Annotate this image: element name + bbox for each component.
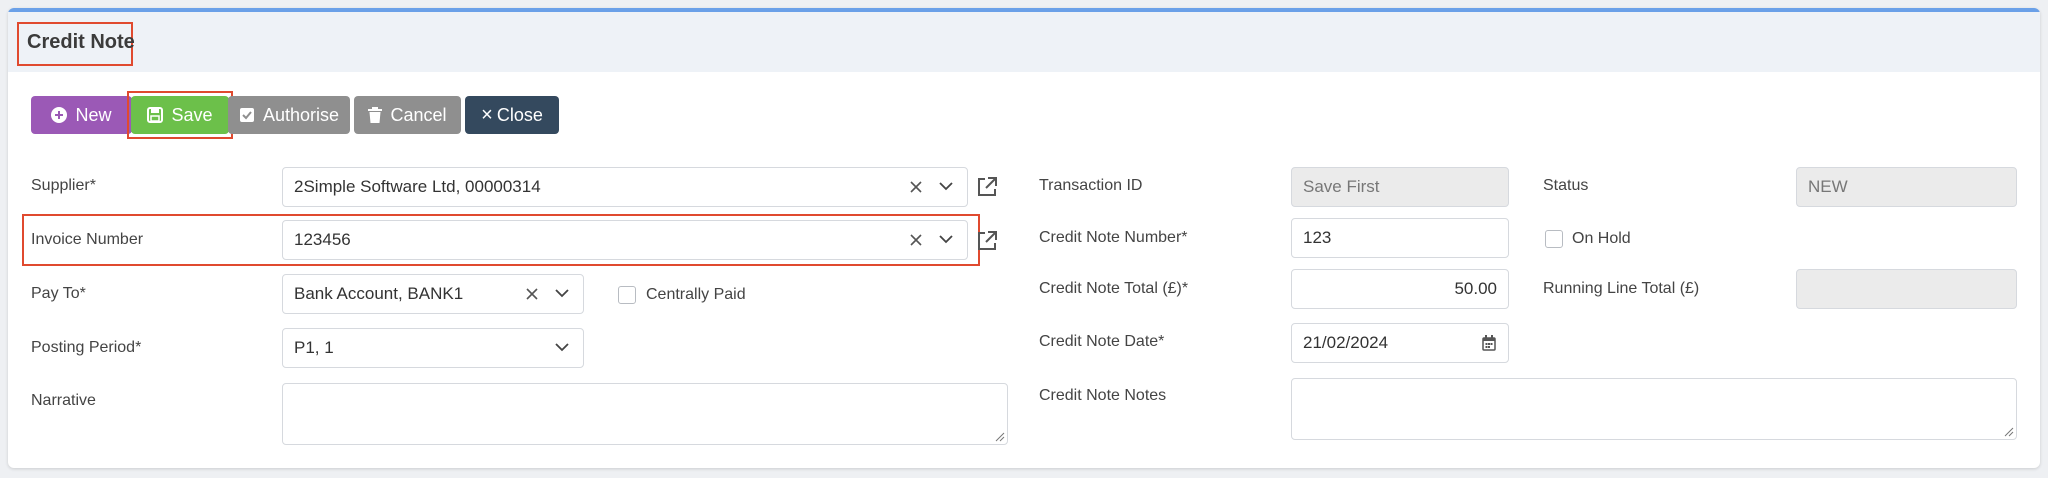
posting-period-label: Posting Period* [31,339,142,356]
cancel-button-label: Cancel [390,104,447,125]
save-icon [147,107,164,123]
credit-note-panel: Credit Note New Save Authorise Cancel × … [8,8,2040,468]
on-hold-label: On Hold [1572,230,1631,247]
narrative-label: Narrative [31,392,96,409]
supplier-label: Supplier* [31,177,96,194]
new-button[interactable]: New [31,96,132,134]
credit-note-notes-label: Credit Note Notes [1039,387,1167,404]
new-button-label: New [75,104,112,125]
credit-note-number-label: Credit Note Number* [1039,229,1188,246]
page-title: Credit Note [27,31,135,53]
invoice-number-value: 123456 [294,230,351,249]
trash-icon [368,107,383,123]
close-button-label: Close [496,104,543,125]
posting-period-select[interactable]: P1, 1 [282,328,584,368]
clear-icon[interactable] [909,180,923,194]
credit-note-date-label: Credit Note Date* [1039,333,1165,350]
supplier-select[interactable]: 2Simple Software Ltd, 00000314 [282,167,968,207]
transaction-id-label: Transaction ID [1039,177,1143,194]
credit-note-date-value: 21/02/2024 [1303,333,1389,352]
check-square-icon [239,108,254,122]
centrally-paid-checkbox[interactable] [618,286,636,304]
invoice-number-label: Invoice Number [31,231,144,248]
supplier-value: 2Simple Software Ltd, 00000314 [294,177,541,196]
chevron-down-icon[interactable] [939,234,953,244]
resize-handle-icon[interactable] [2004,427,2014,437]
transaction-id-value: Save First [1303,177,1380,196]
credit-note-total-label: Credit Note Total (£)* [1039,280,1189,297]
narrative-textarea[interactable] [282,383,1008,445]
plus-circle-icon [51,107,68,123]
clear-icon[interactable] [909,233,923,247]
credit-note-total-input[interactable]: 50.00 [1291,269,1509,309]
chevron-down-icon[interactable] [555,342,569,352]
status-value: NEW [1808,177,1848,196]
save-button-label: Save [171,104,213,125]
invoice-number-select[interactable]: 123456 [282,220,968,260]
credit-note-date-input[interactable]: 21/02/2024 [1291,323,1509,363]
credit-note-number-input[interactable]: 123 [1291,218,1509,258]
running-line-total-field [1796,269,2017,309]
close-icon: × [481,103,493,126]
authorise-button-label: Authorise [262,104,340,125]
credit-note-number-value: 123 [1303,228,1332,247]
credit-note-notes-textarea[interactable] [1291,378,2017,440]
external-link-icon[interactable] [976,230,998,252]
authorise-button[interactable]: Authorise [228,96,350,134]
clear-icon[interactable] [525,287,539,301]
save-button[interactable]: Save [131,96,229,134]
cancel-button[interactable]: Cancel [354,96,461,134]
posting-period-value: P1, 1 [294,338,334,357]
pay-to-label: Pay To* [31,285,86,302]
calendar-icon[interactable] [1482,335,1496,351]
chevron-down-icon[interactable] [939,181,953,191]
panel-header [8,12,2040,72]
external-link-icon[interactable] [976,176,998,198]
transaction-id-field: Save First [1291,167,1509,207]
resize-handle-icon[interactable] [995,432,1005,442]
close-button[interactable]: × Close [465,96,559,134]
chevron-down-icon[interactable] [555,288,569,298]
pay-to-select[interactable]: Bank Account, BANK1 [282,274,584,314]
pay-to-value: Bank Account, BANK1 [294,284,464,303]
centrally-paid-label: Centrally Paid [646,286,746,303]
on-hold-checkbox[interactable] [1545,230,1563,248]
status-field: NEW [1796,167,2017,207]
credit-note-total-value: 50.00 [1454,279,1497,298]
running-line-total-label: Running Line Total (£) [1543,280,1700,297]
status-label: Status [1543,177,1589,194]
